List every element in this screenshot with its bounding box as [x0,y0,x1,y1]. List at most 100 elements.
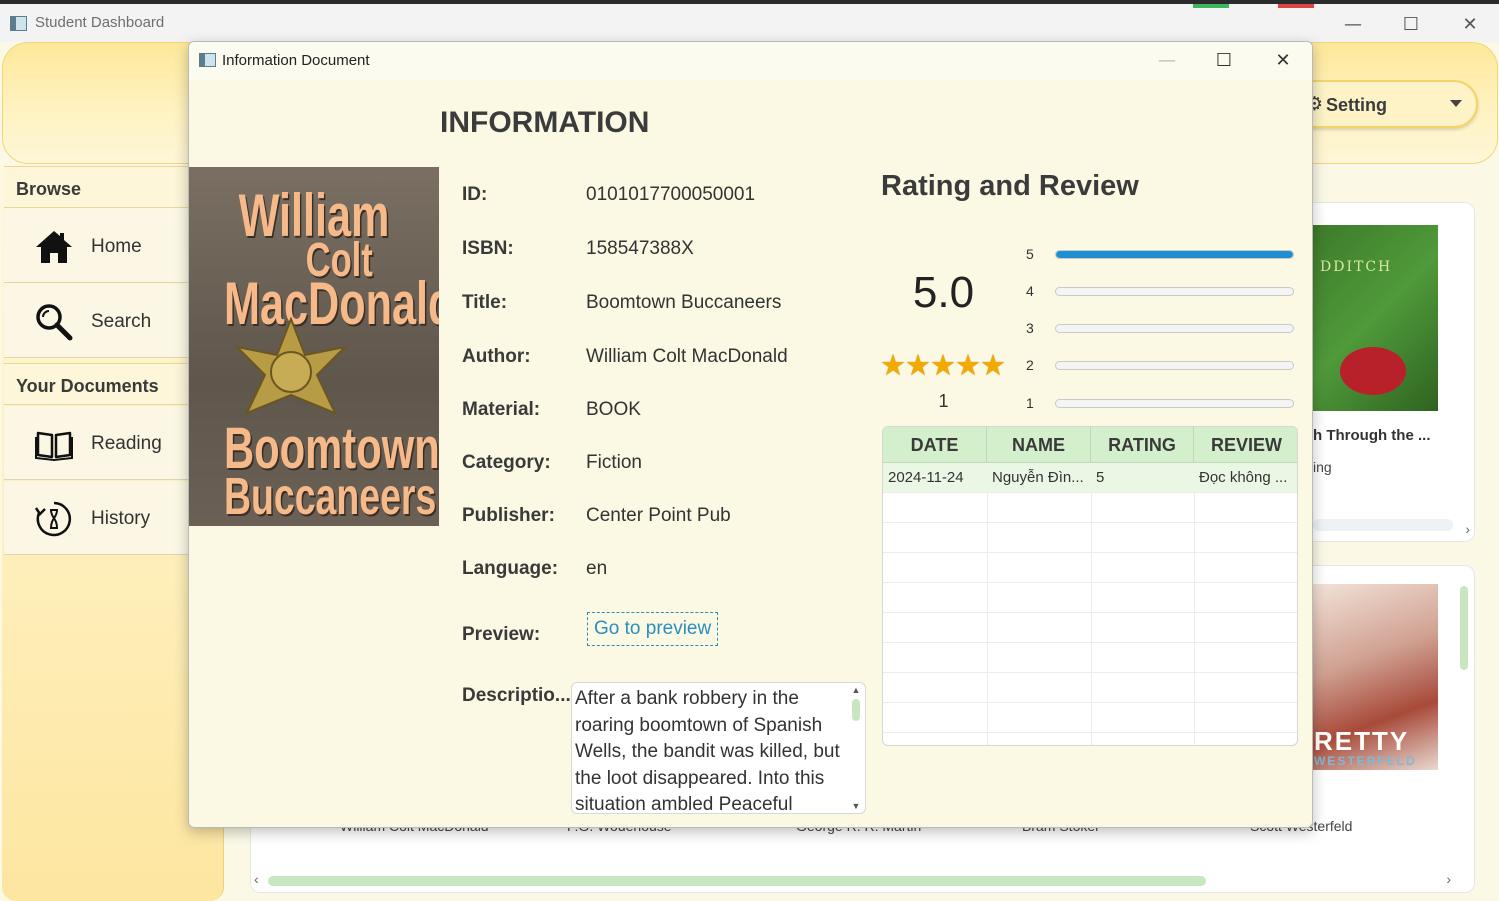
category-label: Category: [462,452,551,473]
vertical-scrollbar[interactable] [1457,570,1471,870]
history-icon [34,501,72,537]
rating-bar-label-4: 4 [1026,283,1034,299]
publisher-label: Publisher: [462,505,555,526]
language-label: Language: [462,558,559,579]
chevron-up-icon[interactable]: ▲ [849,685,863,695]
dialog-titlebar: Information Document — ☐ ✕ [189,42,1312,80]
column-header-review[interactable]: REVIEW [1194,427,1297,463]
horizontal-scrollbar[interactable]: ‹ › [252,871,1457,889]
publisher-value: Center Point Pub [586,505,731,526]
book-card-title: h Through the ... [1313,427,1431,444]
description-text: After a bank robbery in the roaring boom… [575,688,840,814]
rating-bar-label-2: 2 [1026,357,1034,373]
book-cover-text: DDITCH [1320,259,1393,275]
main-titlebar: Student Dashboard — ☐ ✕ [0,0,1499,42]
sidebar-item-search[interactable]: Search [4,284,190,358]
setting-dropdown[interactable]: ⚙ Setting [1290,80,1478,128]
preview-label: Preview: [462,624,541,645]
close-button[interactable]: ✕ [1447,10,1493,40]
card-scrollbar[interactable] [1313,519,1453,531]
chevron-down-icon[interactable]: ▼ [849,801,863,811]
background-book-cover[interactable]: RETTY WESTERFELD [1310,584,1438,770]
book-open-icon [35,431,73,462]
rating-bar-label-5: 5 [1026,246,1034,262]
table-row-empty [883,553,1297,583]
sidebar-item-home[interactable]: Home [4,209,190,283]
main-window: Student Dashboard — ☐ ✕ ⚙ Setting Browse… [0,0,1499,901]
preview-link[interactable]: Go to preview [587,612,719,646]
dialog-minimize-button[interactable]: — [1144,46,1190,76]
description-scrollbar[interactable]: ▲ ▼ [849,685,863,811]
table-row-empty [883,613,1297,643]
main-window-title: Student Dashboard [35,14,165,31]
app-icon [199,53,216,67]
isbn-label: ISBN: [462,238,514,259]
cover-text-line: Buccaneers [224,468,437,526]
rating-bar-1 [1055,399,1294,408]
author-label: Author: [462,346,531,367]
table-row[interactable]: 2024-11-24 Nguyễn Đìn... 5 Đọc không ... [883,463,1297,493]
table-row-empty [883,523,1297,553]
material-value: BOOK [586,399,641,420]
rating-heading: Rating and Review [881,170,1139,202]
cell-name: Nguyễn Đìn... [992,469,1084,486]
category-value: Fiction [586,452,642,473]
sheriff-star-icon [233,317,349,415]
review-table[interactable]: DATE NAME RATING REVIEW 2024-11-24 Nguyễ… [882,426,1298,746]
taskbar-indicator-red [1278,4,1314,8]
book-cover-text: RETTY [1314,726,1410,756]
rating-bar-fill [1056,251,1293,258]
table-header: DATE NAME RATING REVIEW [883,427,1297,463]
rating-bar-4 [1055,287,1294,296]
title-value: Boomtown Buccaneers [586,292,782,313]
language-value: en [586,558,608,579]
chevron-right-icon[interactable]: › [1446,871,1451,887]
sidebar-item-label: Reading [91,433,162,454]
book-cover-author: WESTERFELD [1314,754,1417,768]
cell-rating: 5 [1096,469,1105,486]
app-icon [10,16,27,31]
description-textarea[interactable]: After a bank robbery in the roaring boom… [571,682,866,814]
table-row-empty [883,673,1297,703]
scrollbar-thumb[interactable] [852,699,860,721]
table-row-empty [883,643,1297,673]
information-document-dialog: Information Document — ☐ ✕ INFORMATION W… [188,41,1313,828]
cell-review: Đọc không ... [1199,469,1288,486]
maximize-button[interactable]: ☐ [1388,10,1434,40]
cell-date: 2024-11-24 [888,469,964,486]
home-icon [36,231,72,263]
sidebar-item-label: History [91,508,151,529]
table-row-empty [883,583,1297,613]
chevron-left-icon[interactable]: ‹ [254,871,259,887]
chevron-right-icon[interactable]: › [1465,521,1470,537]
isbn-value: 158547388X [586,238,694,259]
star-rating-icon: ★★★★★ [880,348,1006,382]
setting-label: Setting [1326,95,1387,115]
minimize-button[interactable]: — [1330,10,1376,40]
sidebar-item-label: Search [91,311,152,332]
browse-header-label: Browse [16,179,82,199]
scrollbar-thumb[interactable] [1460,586,1468,670]
column-header-date[interactable]: DATE [883,427,987,463]
page-title: INFORMATION [440,106,650,139]
documents-header-label: Your Documents [16,376,159,396]
dialog-maximize-button[interactable]: ☐ [1201,46,1247,76]
sidebar-header-browse: Browse [4,166,190,208]
column-header-name[interactable]: NAME [987,427,1091,463]
book-cover-image: William Colt MacDonald Boomtown Buccanee… [189,167,439,526]
sidebar-item-history[interactable]: History [4,481,190,555]
dialog-close-button[interactable]: ✕ [1260,46,1306,76]
id-value: 0101017700050001 [586,184,756,205]
background-book-cover[interactable]: DDITCH [1310,225,1438,411]
column-header-rating[interactable]: RATING [1091,427,1194,463]
material-label: Material: [462,399,541,420]
sidebar-item-reading[interactable]: Reading [4,406,190,480]
sidebar-header-documents: Your Documents [4,363,190,405]
rating-bar-label-3: 3 [1026,320,1034,336]
table-row-empty [883,703,1297,733]
rating-bar-label-1: 1 [1026,395,1034,411]
rating-bar-2 [1055,361,1294,370]
wax-seal-image [1340,347,1406,395]
average-rating: 5.0 [912,268,975,317]
scrollbar-thumb[interactable] [268,876,1206,886]
